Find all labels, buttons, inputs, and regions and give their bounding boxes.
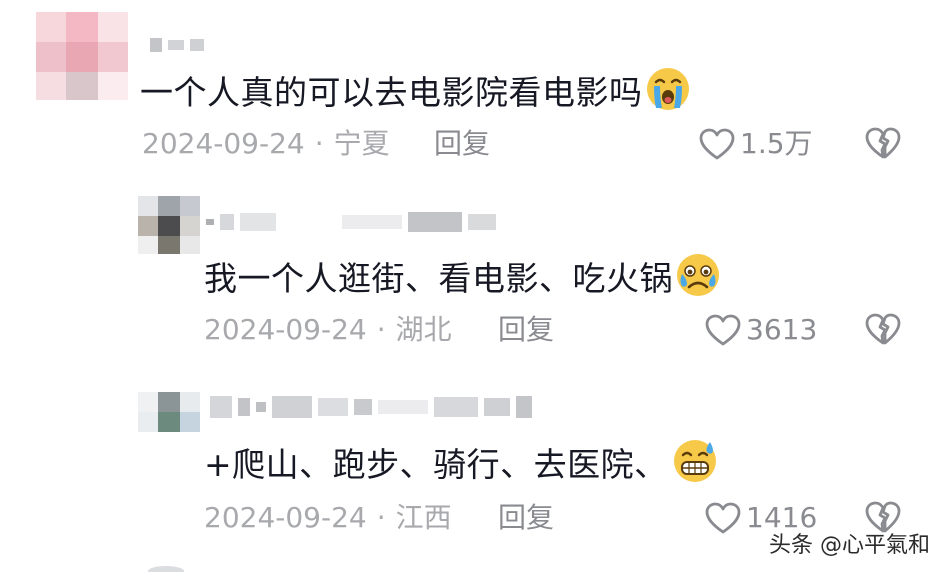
comment-text: +爬山、跑步、骑行、去医院、 [204,438,720,495]
grinning-face-with-sweat-icon [670,438,720,495]
avatar[interactable] [36,12,128,100]
comment-text: 一个人真的可以去电影院看电影吗 [140,66,691,123]
reply-button[interactable]: 回复 [498,500,554,536]
comment-meta: 2024-09-24 · 湖北 [204,313,452,346]
comment-location: 江西 [395,501,452,534]
comment-meta: 2024-09-24 · 宁夏 [142,127,390,160]
like-count: 3613 [746,313,818,346]
heart-outline-icon [705,502,741,534]
comment-date: 2024-09-24 [204,313,367,346]
username-blurred[interactable] [206,210,496,234]
username-blurred[interactable] [210,394,532,420]
heart-outline-icon [699,128,735,160]
like-count: 1416 [746,501,818,534]
broken-heart-icon [865,127,901,159]
avatar [148,566,184,572]
comment-location: 湖北 [395,313,452,346]
comment-meta: 2024-09-24 · 江西 [204,501,452,534]
comment-location: 宁夏 [333,127,390,160]
like-button[interactable]: 3613 [704,312,817,348]
heart-outline-icon [705,314,741,346]
broken-heart-icon [865,501,901,533]
comment-date: 2024-09-24 [142,127,305,160]
broken-heart-icon [865,313,901,345]
comment-text: 我一个人逛街、看电影、吃火锅 [204,252,721,309]
like-button[interactable]: 1416 [704,500,817,536]
dislike-button[interactable] [864,126,902,164]
username-blurred[interactable] [150,36,204,54]
sad-face-with-tear-icon [675,252,721,309]
dislike-button[interactable] [864,312,902,350]
avatar[interactable] [138,392,200,432]
avatar[interactable] [138,196,200,254]
comment-date: 2024-09-24 [204,501,367,534]
loudly-crying-face-icon [645,66,691,123]
reply-button[interactable]: 回复 [434,126,490,162]
like-button[interactable]: 1.5万 [698,126,813,162]
reply-button[interactable]: 回复 [498,312,554,348]
like-count: 1.5万 [740,127,813,160]
watermark: 头条 @心平氣和 [769,533,930,558]
